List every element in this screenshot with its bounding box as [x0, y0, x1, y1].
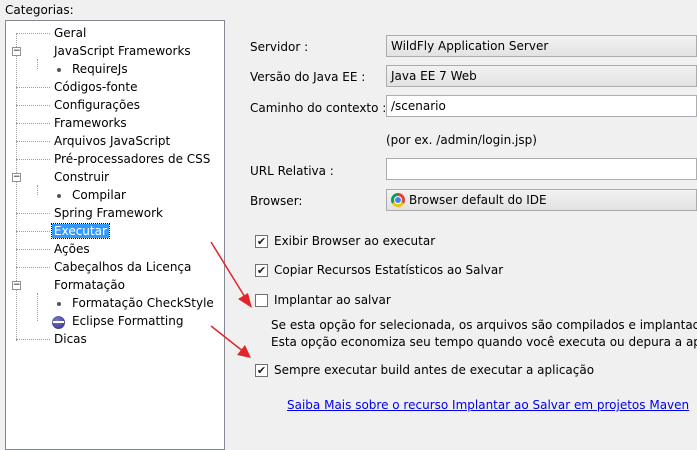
annotation-arrow-1 [210, 241, 252, 308]
annotation-arrow-2 [210, 325, 251, 358]
annotation-arrows [210, 241, 252, 358]
